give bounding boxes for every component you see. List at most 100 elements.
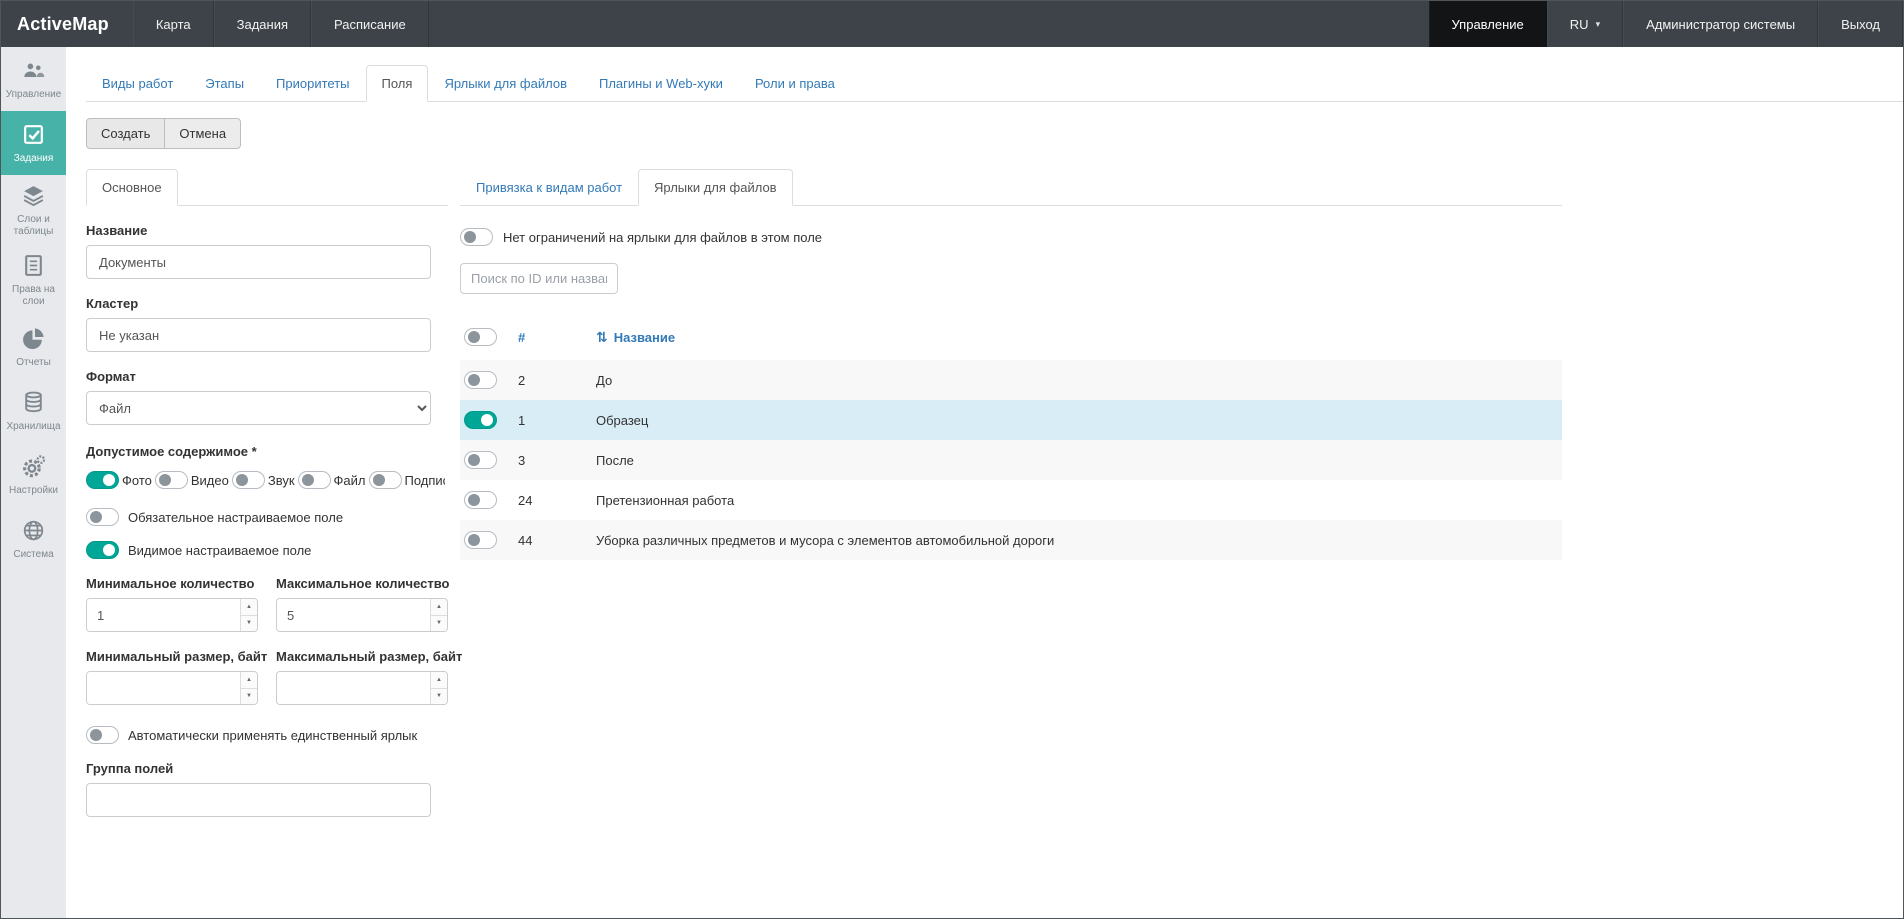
row-switch[interactable] <box>464 411 497 429</box>
max-size-stepper[interactable]: ▲▼ <box>430 672 447 704</box>
top-nav-management[interactable]: Управление <box>1429 1 1547 47</box>
max-count-stepper[interactable]: ▲▼ <box>430 599 447 631</box>
required-field-toggle[interactable] <box>86 508 119 526</box>
content-toggle-label: Видео <box>191 473 229 488</box>
row-id: 2 <box>518 373 596 388</box>
stepper-up-icon[interactable]: ▲ <box>241 672 257 689</box>
sidebar-item-system[interactable]: Система <box>1 507 66 571</box>
stepper-up-icon[interactable]: ▲ <box>241 599 257 616</box>
name-column-header[interactable]: ⇅ Название <box>596 329 1562 346</box>
switch-knob <box>90 511 102 523</box>
min-size-input[interactable] <box>87 672 240 704</box>
row-toggle-cell <box>460 411 518 429</box>
cancel-button[interactable]: Отмена <box>165 118 241 149</box>
sidebar-item-settings[interactable]: Настройки <box>1 443 66 507</box>
table-row[interactable]: 24Претензионная работа <box>460 480 1562 520</box>
sidebar-item-storages[interactable]: Хранилища <box>1 379 66 443</box>
min-size-label: Минимальный размер, байт <box>86 649 258 664</box>
top-nav-language[interactable]: RU▾ <box>1547 1 1623 47</box>
id-column-header[interactable]: # <box>518 330 596 345</box>
top-nav-schedule[interactable]: Расписание <box>311 1 429 47</box>
tab-file-labels[interactable]: Ярлыки для файлов <box>638 169 793 206</box>
tab-plugins-webhooks[interactable]: Плагины и Web-хуки <box>583 65 739 102</box>
name-input[interactable] <box>86 245 431 279</box>
row-toggle-cell <box>460 451 518 469</box>
form-actions: Создать Отмена <box>86 118 241 149</box>
content-toggle-switch-file[interactable] <box>298 471 331 489</box>
stepper-down-icon[interactable]: ▼ <box>431 689 447 705</box>
cluster-input[interactable] <box>86 318 431 352</box>
visible-field-toggle[interactable] <box>86 541 119 559</box>
top-nav-tasks[interactable]: Задания <box>214 1 311 47</box>
content-toggle-switch-sound[interactable] <box>232 471 265 489</box>
top-nav-admin[interactable]: Администратор системы <box>1623 1 1818 47</box>
tab-work-types[interactable]: Виды работ <box>86 65 189 102</box>
switch-knob <box>103 474 115 486</box>
format-select[interactable]: Файл <box>86 391 431 425</box>
toggle-all-switch[interactable] <box>464 328 497 346</box>
sidebar-item-label: Хранилища <box>6 421 60 433</box>
table-row[interactable]: 44Уборка различных предметов и мусора с … <box>460 520 1562 560</box>
min-size-field: ▲▼ <box>86 671 258 705</box>
tab-file-labels[interactable]: Ярлыки для файлов <box>428 65 583 102</box>
switch-knob <box>464 231 476 243</box>
sidebar-item-management[interactable]: Управление <box>1 47 66 111</box>
sort-icon[interactable]: ⇅ <box>596 329 607 346</box>
row-switch[interactable] <box>464 451 497 469</box>
file-labels-panel: Привязка к видам работ Ярлыки для файлов… <box>460 169 1562 560</box>
tab-stages[interactable]: Этапы <box>189 65 260 102</box>
tasks-icon <box>21 122 46 147</box>
sidebar-item-layers-tables[interactable]: Слои и таблицы <box>1 175 66 245</box>
field-group-label: Группа полей <box>86 761 448 776</box>
table-row[interactable]: 1Образец <box>460 400 1562 440</box>
switch-knob <box>302 474 314 486</box>
tab-fields[interactable]: Поля <box>366 65 429 102</box>
tab-main[interactable]: Основное <box>86 169 178 206</box>
row-toggle-cell <box>460 531 518 549</box>
min-size-stepper[interactable]: ▲▼ <box>240 672 257 704</box>
tab-work-type-binding[interactable]: Привязка к видам работ <box>460 169 638 206</box>
label-search-input[interactable] <box>460 263 618 294</box>
top-nav-logout[interactable]: Выход <box>1818 1 1903 47</box>
stepper-up-icon[interactable]: ▲ <box>431 672 447 689</box>
sidebar-item-label: Настройки <box>9 485 58 497</box>
table-row[interactable]: 2До <box>460 360 1562 400</box>
max-size-input[interactable] <box>277 672 430 704</box>
create-button[interactable]: Создать <box>86 118 165 149</box>
min-count-input[interactable] <box>87 599 240 631</box>
required-field-label: Обязательное настраиваемое поле <box>128 510 343 525</box>
users-icon <box>21 58 46 83</box>
app-logo[interactable]: ActiveMap <box>1 1 133 47</box>
settings-tabs: Виды работЭтапыПриоритетыПоляЯрлыки для … <box>86 65 1903 102</box>
stepper-down-icon[interactable]: ▼ <box>241 689 257 705</box>
row-switch[interactable] <box>464 371 497 389</box>
auto-apply-label-toggle[interactable] <box>86 726 119 744</box>
sidebar-item-label: Отчеты <box>16 357 51 369</box>
row-name: Уборка различных предметов и мусора с эл… <box>596 533 1562 548</box>
row-switch[interactable] <box>464 491 497 509</box>
switch-knob <box>236 474 248 486</box>
sidebar-item-tasks[interactable]: Задания <box>1 111 66 175</box>
tab-priorities[interactable]: Приоритеты <box>260 65 365 102</box>
sidebar-item-reports[interactable]: Отчеты <box>1 315 66 379</box>
content-toggle-video: Видео <box>155 471 229 489</box>
sidebar-item-layer-rights[interactable]: Права на слои <box>1 245 66 315</box>
min-count-stepper[interactable]: ▲▼ <box>240 599 257 631</box>
content-toggle-switch-video[interactable] <box>155 471 188 489</box>
stepper-up-icon[interactable]: ▲ <box>431 599 447 616</box>
table-row[interactable]: 3После <box>460 440 1562 480</box>
stepper-down-icon[interactable]: ▼ <box>241 616 257 632</box>
tab-roles-rights[interactable]: Роли и права <box>739 65 851 102</box>
max-count-input[interactable] <box>277 599 430 631</box>
content-toggle-switch-photo[interactable] <box>86 471 119 489</box>
content-toggle-switch-qr-code[interactable] <box>448 471 449 489</box>
row-name: Образец <box>596 413 1562 428</box>
row-switch[interactable] <box>464 531 497 549</box>
content-toggle-label: Подпись <box>405 473 445 488</box>
content-toggle-switch-signature[interactable] <box>369 471 402 489</box>
top-nav-map[interactable]: Карта <box>133 1 214 47</box>
field-group-input[interactable] <box>86 783 431 817</box>
stepper-down-icon[interactable]: ▼ <box>431 616 447 632</box>
no-limit-toggle[interactable] <box>460 228 493 246</box>
row-id: 1 <box>518 413 596 428</box>
